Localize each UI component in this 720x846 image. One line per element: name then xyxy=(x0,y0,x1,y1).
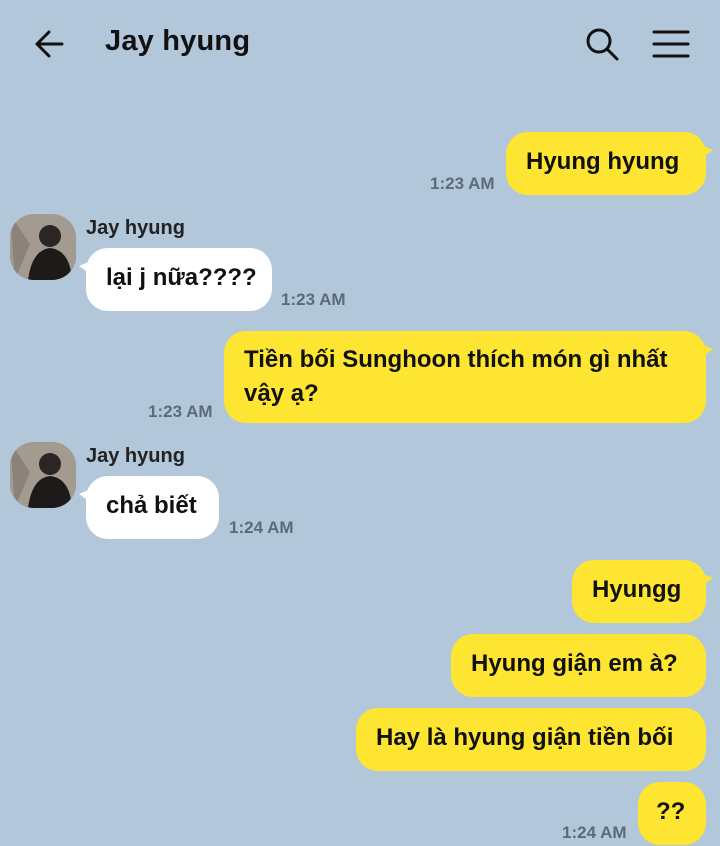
message-bubble-outgoing[interactable]: Tiền bối Sunghoon thích món gì nhất vậy … xyxy=(224,331,713,423)
menu-button[interactable] xyxy=(648,22,694,66)
search-icon xyxy=(586,28,619,61)
message-bubble-incoming[interactable]: lại j nữa???? xyxy=(79,248,272,311)
avatar-photo xyxy=(10,442,76,508)
avatar-photo xyxy=(10,214,76,280)
sender-name: Jay hyung xyxy=(86,445,185,467)
avatar[interactable] xyxy=(10,442,76,508)
search-button[interactable] xyxy=(580,22,624,66)
back-button[interactable] xyxy=(28,22,72,66)
message-bubble-outgoing[interactable]: Hyungg xyxy=(572,560,713,623)
arrow-left-icon xyxy=(35,30,64,58)
message-bubble-outgoing[interactable]: ?? xyxy=(638,782,706,845)
message-bubble-outgoing[interactable]: Hyung hyung xyxy=(506,132,713,195)
message-bubble-outgoing[interactable]: Hyung giận em à? xyxy=(451,634,706,697)
message-timestamp: 1:23 AM xyxy=(430,174,495,193)
message-timestamp: 1:24 AM xyxy=(562,823,627,842)
chat-title: Jay hyung xyxy=(105,25,251,57)
message-text-line: Tiền bối Sunghoon thích món gì nhất xyxy=(244,346,668,373)
message-timestamp: 1:24 AM xyxy=(229,518,294,537)
avatar[interactable] xyxy=(10,214,76,280)
chat-header: Jay hyung xyxy=(0,0,720,88)
message-bubble-outgoing[interactable]: Hay là hyung giận tiền bối xyxy=(356,708,706,771)
message-timestamp: 1:23 AM xyxy=(281,290,346,309)
message-bubble-incoming[interactable]: chả biết xyxy=(79,476,219,539)
message-timestamp: 1:23 AM xyxy=(148,402,213,421)
message-text-line: vậy ạ? xyxy=(244,380,319,407)
hamburger-menu-icon xyxy=(652,30,690,58)
sender-name: Jay hyung xyxy=(86,217,185,239)
